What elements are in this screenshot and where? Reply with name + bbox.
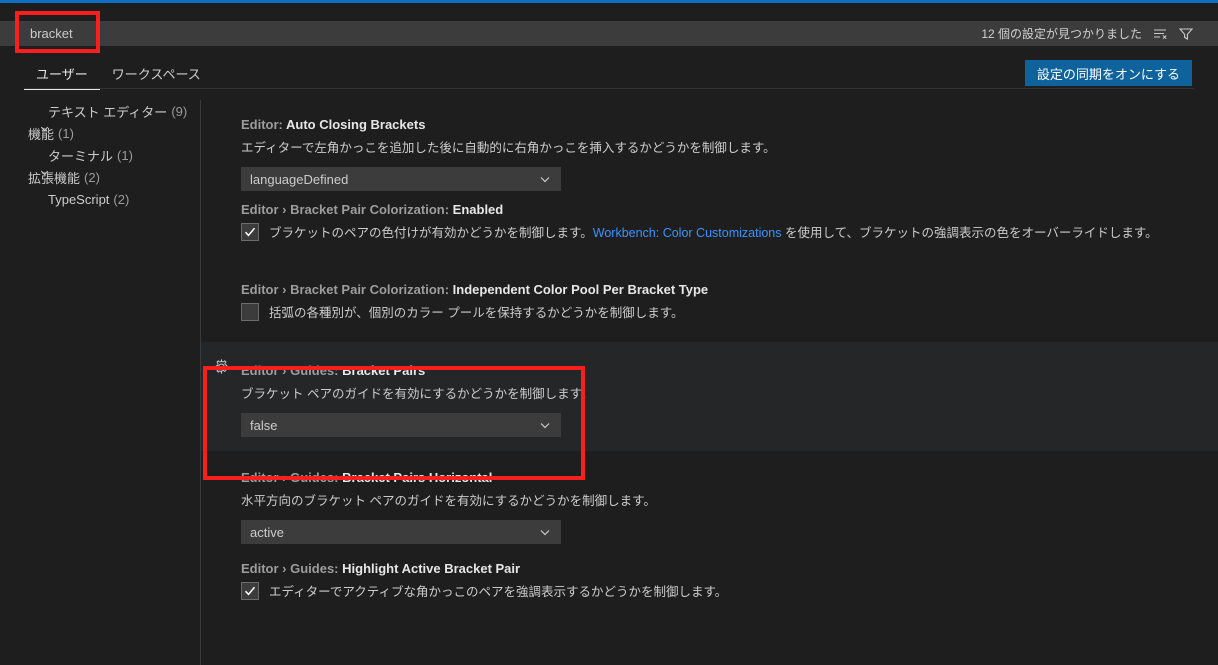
settings-category-tree: テキスト エディター (9) 機能 (1) ターミナル (1) 拡張機能 (2)… xyxy=(0,100,200,665)
setting-prefix: Editor › Guides: xyxy=(241,561,343,576)
settings-editor-window: 12 個の設定が見つかりました ユーザー ワークスペース 設定の同期をオンにする… xyxy=(0,0,1218,665)
setting-title-highlight-active-bracket-pair: Editor › Guides: Highlight Active Bracke… xyxy=(241,560,1218,578)
setting-checkbox-independent-color-pool[interactable] xyxy=(241,303,259,321)
setting-checkbox-highlight-active-bracket-pair[interactable] xyxy=(241,582,259,600)
setting-key: Bracket Pairs xyxy=(342,363,426,378)
sidebar-item-text-editor-label: テキスト エディター xyxy=(48,104,168,120)
tab-user[interactable]: ユーザー xyxy=(24,62,100,90)
setting-description-auto-closing-brackets: エディターで左角かっこを追加した後に自動的に右角かっこを挿入するかどうかを制御し… xyxy=(241,141,776,155)
sidebar-item-terminal-label: ターミナル xyxy=(48,148,114,164)
setting-key: Highlight Active Bracket Pair xyxy=(342,561,521,576)
sidebar-item-text-editor[interactable]: テキスト エディター (9) xyxy=(0,100,200,122)
chevron-down-icon[interactable] xyxy=(38,122,50,134)
settings-items-container: Editor: Auto Closing Brackets エディターで左角かっ… xyxy=(201,96,1218,665)
clear-filter-icon[interactable] xyxy=(1150,24,1170,44)
setting-key: Auto Closing Brackets xyxy=(286,117,426,132)
sidebar-item-typescript[interactable]: TypeScript (2) xyxy=(0,188,200,210)
setting-key: Independent Color Pool Per Bracket Type xyxy=(452,282,709,297)
settings-scope-tabs: ユーザー ワークスペース xyxy=(24,62,213,90)
setting-title-guides-bracket-pairs: Editor › Guides: Bracket Pairs xyxy=(241,362,1218,380)
sidebar-item-terminal-count: (1) xyxy=(117,147,133,163)
chevron-down-icon xyxy=(538,525,552,539)
setting-item-auto-closing-brackets[interactable]: Editor: Auto Closing Brackets エディターで左角かっ… xyxy=(201,96,1218,191)
sidebar-item-features-count: (1) xyxy=(58,125,74,141)
desc-text-before: ブラケットのペアの色付けが有効かどうかを制御します。 xyxy=(269,226,593,240)
setting-description-bpc-enabled: ブラケットのペアの色付けが有効かどうかを制御します。Workbench: Col… xyxy=(269,224,1158,242)
results-count-label: 12 個の設定が見つかりました xyxy=(981,27,1142,41)
tree-row-typescript: TypeScript (2) xyxy=(0,188,200,210)
workbench-color-customizations-link[interactable]: Workbench: Color Customizations xyxy=(593,226,782,240)
setting-checkbox-line-independent-color-pool: 括弧の各種別が、個別のカラー プールを保持するかどうかを制御します。 xyxy=(241,303,1218,322)
sidebar-item-extensions-label: 拡張機能 xyxy=(28,170,81,186)
tree-row-terminal: ターミナル (1) xyxy=(0,144,200,166)
setting-dropdown-value: false xyxy=(250,417,278,433)
gear-icon[interactable] xyxy=(213,358,229,374)
window-top-accent xyxy=(0,0,1218,3)
tab-workspace-label: ワークスペース xyxy=(111,67,201,82)
sidebar-item-text-editor-count: (9) xyxy=(171,103,188,119)
setting-item-independent-color-pool[interactable]: Editor › Bracket Pair Colorization: Inde… xyxy=(201,262,1218,342)
filter-funnel-icon[interactable] xyxy=(1176,24,1196,44)
search-row-right-controls: 12 個の設定が見つかりました xyxy=(981,22,1196,45)
sidebar-item-extensions-count: (2) xyxy=(84,169,100,185)
setting-prefix: Editor › Guides: xyxy=(241,470,343,485)
setting-description-bracket-pairs-horizontal: 水平方向のブラケット ペアのガイドを有効にするかどうかを制御します。 xyxy=(241,494,656,508)
settings-search-input[interactable] xyxy=(25,21,985,46)
setting-key: Enabled xyxy=(452,202,504,217)
setting-checkbox-line-highlight-active-bracket-pair: エディターでアクティブな角かっこのペアを強調表示するかどうかを制御します。 xyxy=(241,582,1218,601)
setting-title-independent-color-pool: Editor › Bracket Pair Colorization: Inde… xyxy=(241,281,1218,299)
sidebar-item-features[interactable]: 機能 (1) xyxy=(0,122,200,144)
setting-prefix: Editor › Guides: xyxy=(241,363,343,378)
setting-dropdown-guides-bracket-pairs[interactable]: false xyxy=(241,413,561,437)
tab-user-label: ユーザー xyxy=(36,67,88,82)
setting-checkbox-line-bpc-enabled: ブラケットのペアの色付けが有効かどうかを制御します。Workbench: Col… xyxy=(241,223,1218,242)
setting-title-bpc-enabled: Editor › Bracket Pair Colorization: Enab… xyxy=(241,201,1218,219)
tree-row-text-editor: テキスト エディター (9) xyxy=(0,100,200,122)
setting-description-independent-color-pool: 括弧の各種別が、個別のカラー プールを保持するかどうかを制御します。 xyxy=(269,306,684,320)
setting-title-auto-closing-brackets: Editor: Auto Closing Brackets xyxy=(241,116,1218,134)
setting-item-bracket-pair-colorization-enabled[interactable]: Editor › Bracket Pair Colorization: Enab… xyxy=(201,182,1218,262)
sidebar-item-terminal[interactable]: ターミナル (1) xyxy=(0,144,200,166)
sidebar-item-typescript-count: (2) xyxy=(113,191,130,207)
tree-row-features: 機能 (1) xyxy=(0,122,200,144)
tab-workspace[interactable]: ワークスペース xyxy=(100,62,213,90)
setting-prefix: Editor: xyxy=(241,117,287,132)
chevron-down-icon[interactable] xyxy=(38,166,50,178)
tabs-divider xyxy=(24,88,1194,89)
sidebar-item-typescript-label: TypeScript xyxy=(48,191,110,207)
desc-text-after: を使用して、ブラケットの強調表示の色をオーバーライドします。 xyxy=(781,226,1158,240)
setting-description-guides-bracket-pairs: ブラケット ペアのガイドを有効にするかどうかを制御します。 xyxy=(241,387,594,401)
sidebar-item-extensions[interactable]: 拡張機能 (2) xyxy=(0,166,200,188)
setting-description-highlight-active-bracket-pair: エディターでアクティブな角かっこのペアを強調表示するかどうかを制御します。 xyxy=(269,585,728,599)
setting-key: Bracket Pairs Horizontal xyxy=(342,470,493,485)
chevron-down-icon xyxy=(538,418,552,432)
turn-on-settings-sync-button[interactable]: 設定の同期をオンにする xyxy=(1024,60,1192,86)
setting-item-guides-bracket-pairs[interactable]: Editor › Guides: Bracket Pairs ブラケット ペアの… xyxy=(201,342,1218,451)
setting-title-bracket-pairs-horizontal: Editor › Guides: Bracket Pairs Horizonta… xyxy=(241,469,1218,487)
setting-dropdown-value: active xyxy=(250,524,284,540)
setting-item-highlight-active-bracket-pair[interactable]: Editor › Guides: Highlight Active Bracke… xyxy=(201,541,1218,621)
setting-item-bracket-pairs-horizontal[interactable]: Editor › Guides: Bracket Pairs Horizonta… xyxy=(201,451,1218,544)
setting-prefix: Editor › Bracket Pair Colorization: xyxy=(241,202,453,217)
tree-row-extensions: 拡張機能 (2) xyxy=(0,166,200,188)
setting-prefix: Editor › Bracket Pair Colorization: xyxy=(241,282,453,297)
setting-checkbox-bpc-enabled[interactable] xyxy=(241,223,259,241)
